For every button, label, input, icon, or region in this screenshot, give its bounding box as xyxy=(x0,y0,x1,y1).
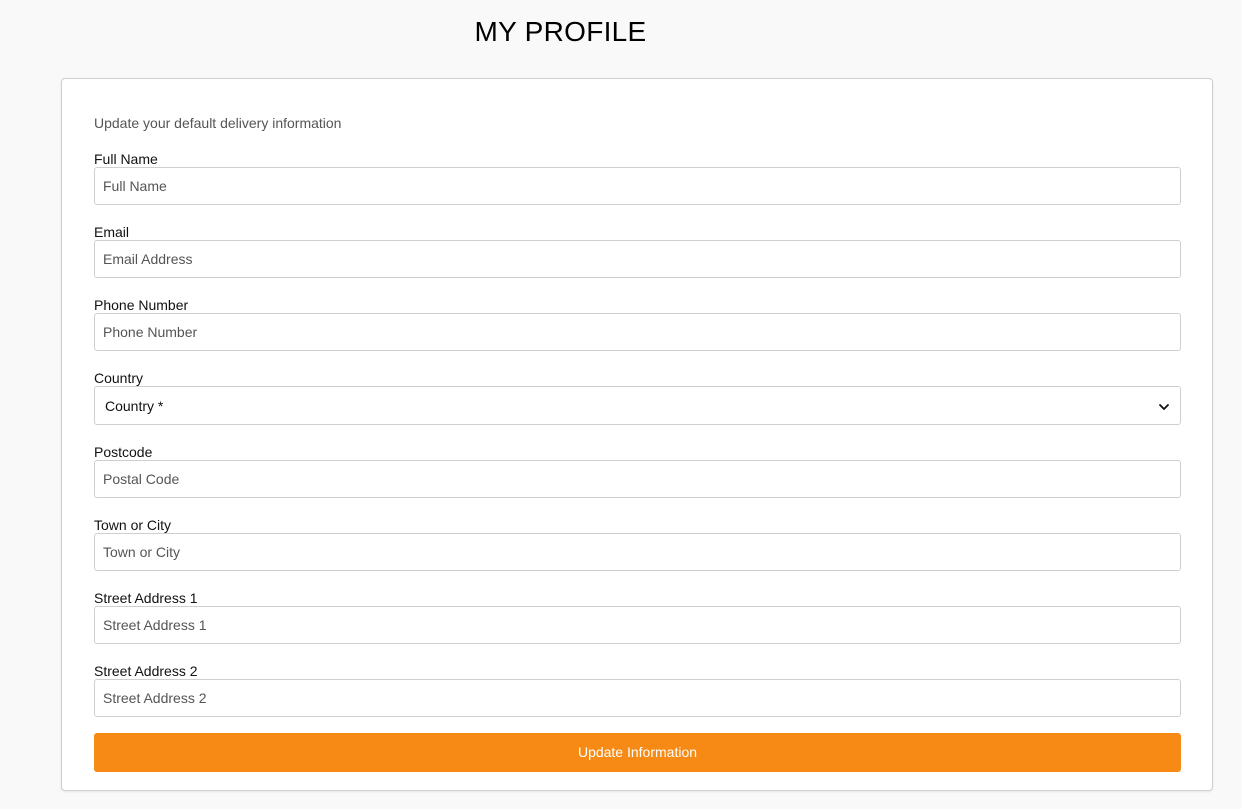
town-label: Town or City xyxy=(94,517,172,533)
chevron-down-icon xyxy=(1158,400,1170,412)
town-input[interactable] xyxy=(94,533,1181,571)
form-intro: Update your default delivery information xyxy=(94,115,342,131)
full-name-label: Full Name xyxy=(94,151,158,167)
full-name-input[interactable] xyxy=(94,167,1181,205)
street-address-2-label: Street Address 2 xyxy=(94,663,198,679)
street-address-2-input[interactable] xyxy=(94,679,1181,717)
phone-input[interactable] xyxy=(94,313,1181,351)
page-title: MY PROFILE xyxy=(474,16,647,47)
update-information-button[interactable]: Update Information xyxy=(94,733,1181,772)
street-address-1-group: Street Address 1 xyxy=(94,590,1181,644)
profile-form-card: Update your default delivery information… xyxy=(61,78,1213,791)
postcode-label: Postcode xyxy=(94,444,153,460)
phone-group: Phone Number xyxy=(94,297,1181,351)
email-group: Email xyxy=(94,224,1181,278)
street-address-1-input[interactable] xyxy=(94,606,1181,644)
street-address-1-label: Street Address 1 xyxy=(94,590,198,606)
country-selected-value: Country * xyxy=(105,397,164,414)
email-label: Email xyxy=(94,224,130,240)
postcode-input[interactable] xyxy=(94,460,1181,498)
country-group: Country Country * xyxy=(94,370,1181,425)
email-input[interactable] xyxy=(94,240,1181,278)
street-address-2-group: Street Address 2 xyxy=(94,663,1181,717)
full-name-group: Full Name xyxy=(94,151,1181,205)
postcode-group: Postcode xyxy=(94,444,1181,498)
country-label: Country xyxy=(94,370,144,386)
phone-label: Phone Number xyxy=(94,297,189,313)
country-select[interactable]: Country * xyxy=(94,386,1181,425)
town-group: Town or City xyxy=(94,517,1181,571)
